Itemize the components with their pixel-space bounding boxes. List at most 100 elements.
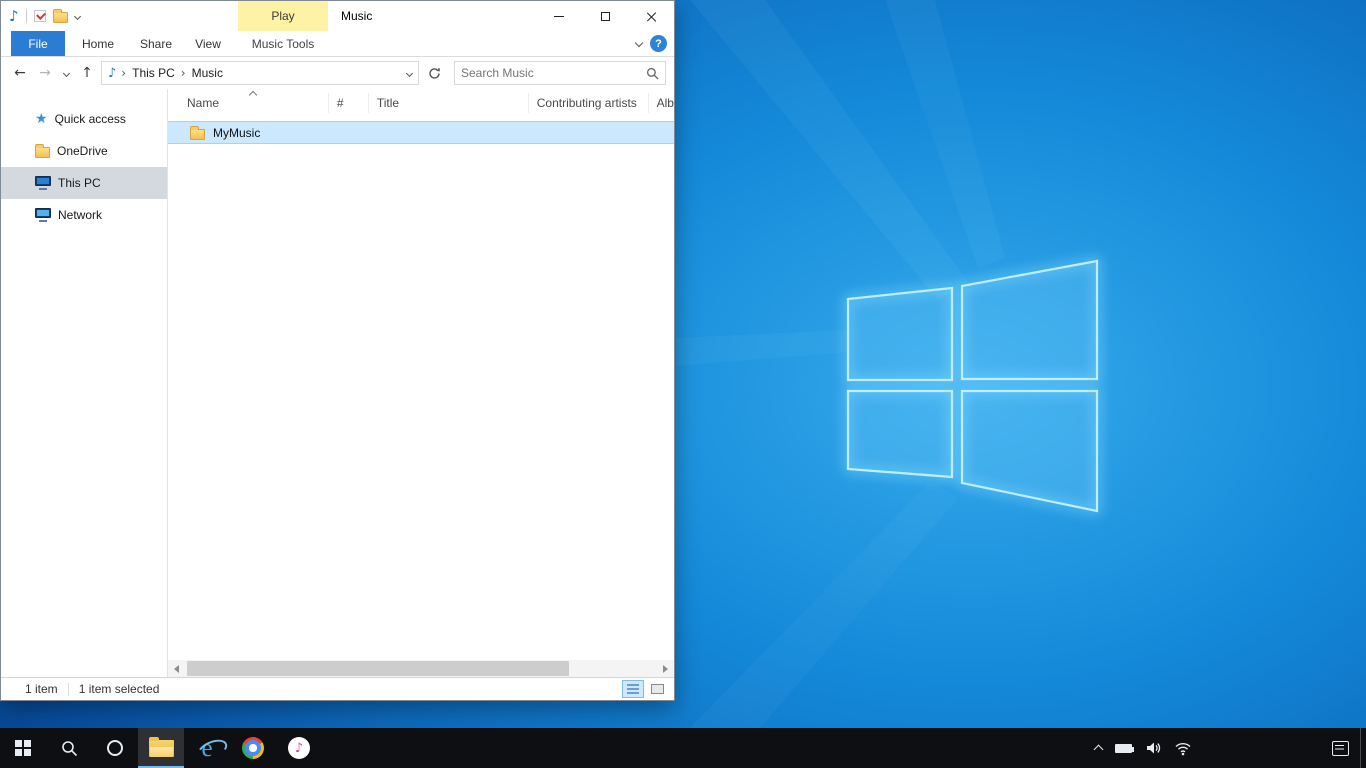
sidebar-item-network[interactable]: Network xyxy=(1,199,167,231)
sidebar-item-label: Quick access xyxy=(55,112,126,126)
breadcrumb-music[interactable]: Music xyxy=(191,66,224,80)
start-button[interactable] xyxy=(0,728,46,768)
help-button[interactable]: ? xyxy=(650,35,667,52)
column-header-name[interactable]: Name xyxy=(168,93,329,113)
windows-start-icon xyxy=(15,740,31,756)
scroll-right-icon xyxy=(663,665,668,673)
onedrive-folder-icon xyxy=(35,147,50,158)
ribbon-tab-row: File Home Share View Music Tools ? xyxy=(1,31,674,57)
column-header-title[interactable]: Title xyxy=(369,93,529,113)
chrome-icon xyxy=(242,737,264,759)
sidebar-item-onedrive[interactable]: OneDrive xyxy=(1,135,167,167)
large-icons-view-button[interactable] xyxy=(646,680,668,698)
window-title: Music xyxy=(341,1,372,31)
system-tray xyxy=(1095,728,1192,768)
navigation-pane: ★ Quick access OneDrive This PC Network xyxy=(1,89,167,677)
tab-view[interactable]: View xyxy=(183,31,233,56)
status-bar: 1 item 1 item selected xyxy=(1,677,674,700)
sidebar-item-this-pc[interactable]: This PC xyxy=(1,167,167,199)
search-icon[interactable] xyxy=(646,67,659,80)
properties-button[interactable] xyxy=(34,10,46,22)
itunes-icon: ♪ xyxy=(288,737,310,759)
hidden-icons-chevron-icon[interactable] xyxy=(1094,745,1104,755)
column-header-contributing-artists[interactable]: Contributing artists xyxy=(529,93,649,113)
up-button[interactable]: ↑ xyxy=(76,62,98,84)
file-explorer-window: ♪ Play Music File Home Share View Music … xyxy=(0,0,675,701)
cortana-button[interactable] xyxy=(92,728,138,768)
close-icon xyxy=(646,11,657,22)
details-view-icon xyxy=(627,684,639,694)
search-input[interactable] xyxy=(461,66,646,80)
customize-toolbar-chevron-icon[interactable] xyxy=(74,12,81,19)
selection-count-label: 1 item selected xyxy=(79,682,160,696)
scroll-left-icon xyxy=(174,665,179,673)
wifi-icon[interactable] xyxy=(1174,741,1192,756)
address-dropdown-chevron-icon[interactable] xyxy=(406,69,413,76)
sidebar-item-label: Network xyxy=(58,208,102,222)
minimize-icon xyxy=(554,16,564,17)
music-library-icon: ♪ xyxy=(9,9,19,24)
show-desktop-button[interactable] xyxy=(1360,728,1366,768)
search-box[interactable] xyxy=(454,61,666,85)
this-pc-icon xyxy=(35,176,51,190)
title-bar[interactable]: ♪ Play Music xyxy=(1,1,674,31)
file-name-label: MyMusic xyxy=(213,126,260,140)
forward-button[interactable]: → xyxy=(34,62,56,84)
details-view-button[interactable] xyxy=(622,680,644,698)
action-center-button[interactable] xyxy=(1320,728,1360,768)
quick-access-star-icon: ★ xyxy=(35,112,48,126)
column-header-album[interactable]: Alb xyxy=(649,93,674,113)
taskbar-search-button[interactable] xyxy=(46,728,92,768)
sidebar-item-label: OneDrive xyxy=(57,144,108,158)
contextual-tab-play[interactable]: Play xyxy=(238,1,328,31)
sidebar-item-quick-access[interactable]: ★ Quick access xyxy=(1,103,167,135)
file-row-mymusic[interactable]: MyMusic xyxy=(168,121,674,144)
speaker-icon[interactable] xyxy=(1145,740,1161,756)
status-divider xyxy=(68,683,69,696)
item-count-label: 1 item xyxy=(25,682,58,696)
file-list-pane[interactable]: Name # Title Contributing artists Alb My… xyxy=(167,89,674,677)
taskbar-chrome-button[interactable] xyxy=(230,728,276,768)
recent-locations-chevron-icon[interactable] xyxy=(59,62,73,84)
tab-file[interactable]: File xyxy=(11,31,65,56)
maximize-button[interactable] xyxy=(582,1,628,31)
view-toggle-buttons xyxy=(622,680,668,698)
internet-explorer-icon: e xyxy=(201,736,212,761)
battery-icon[interactable] xyxy=(1115,744,1132,753)
taskbar: e ♪ xyxy=(0,728,1366,768)
close-button[interactable] xyxy=(628,1,674,31)
scrollbar-thumb[interactable] xyxy=(187,661,569,676)
column-headers: Name # Title Contributing artists Alb xyxy=(168,89,674,117)
tab-music-tools[interactable]: Music Tools xyxy=(238,31,328,57)
refresh-icon xyxy=(428,67,441,80)
file-rows[interactable]: MyMusic xyxy=(168,117,674,660)
tab-home[interactable]: Home xyxy=(73,31,123,56)
taskbar-itunes-button[interactable]: ♪ xyxy=(276,728,322,768)
quick-access-toolbar: ♪ xyxy=(1,9,80,24)
taskbar-internet-explorer-button[interactable]: e xyxy=(184,728,230,768)
tab-share[interactable]: Share xyxy=(129,31,183,56)
refresh-button[interactable] xyxy=(422,61,446,85)
network-icon xyxy=(35,208,51,222)
scroll-right-button[interactable] xyxy=(657,660,674,677)
sidebar-item-label: This PC xyxy=(58,176,101,190)
horizontal-scrollbar[interactable] xyxy=(168,660,674,677)
window-main: ★ Quick access OneDrive This PC Network … xyxy=(1,89,674,677)
new-folder-button[interactable] xyxy=(53,12,68,23)
scroll-left-button[interactable] xyxy=(168,660,185,677)
folder-icon xyxy=(190,129,205,140)
back-button[interactable]: ← xyxy=(9,62,31,84)
cortana-icon xyxy=(107,740,123,756)
column-header-number[interactable]: # xyxy=(329,93,369,113)
expand-ribbon-chevron-icon[interactable] xyxy=(635,39,643,47)
search-icon xyxy=(61,740,78,757)
breadcrumb-chevron-icon: › xyxy=(121,66,126,80)
taskbar-file-explorer-button[interactable] xyxy=(138,728,184,768)
large-icons-view-icon xyxy=(651,684,664,694)
file-explorer-icon xyxy=(149,740,174,757)
breadcrumb-this-pc[interactable]: This PC xyxy=(131,66,176,80)
action-center-icon xyxy=(1332,741,1349,756)
caption-buttons xyxy=(536,1,674,31)
address-bar[interactable]: ♪ › This PC › Music xyxy=(101,61,419,85)
minimize-button[interactable] xyxy=(536,1,582,31)
